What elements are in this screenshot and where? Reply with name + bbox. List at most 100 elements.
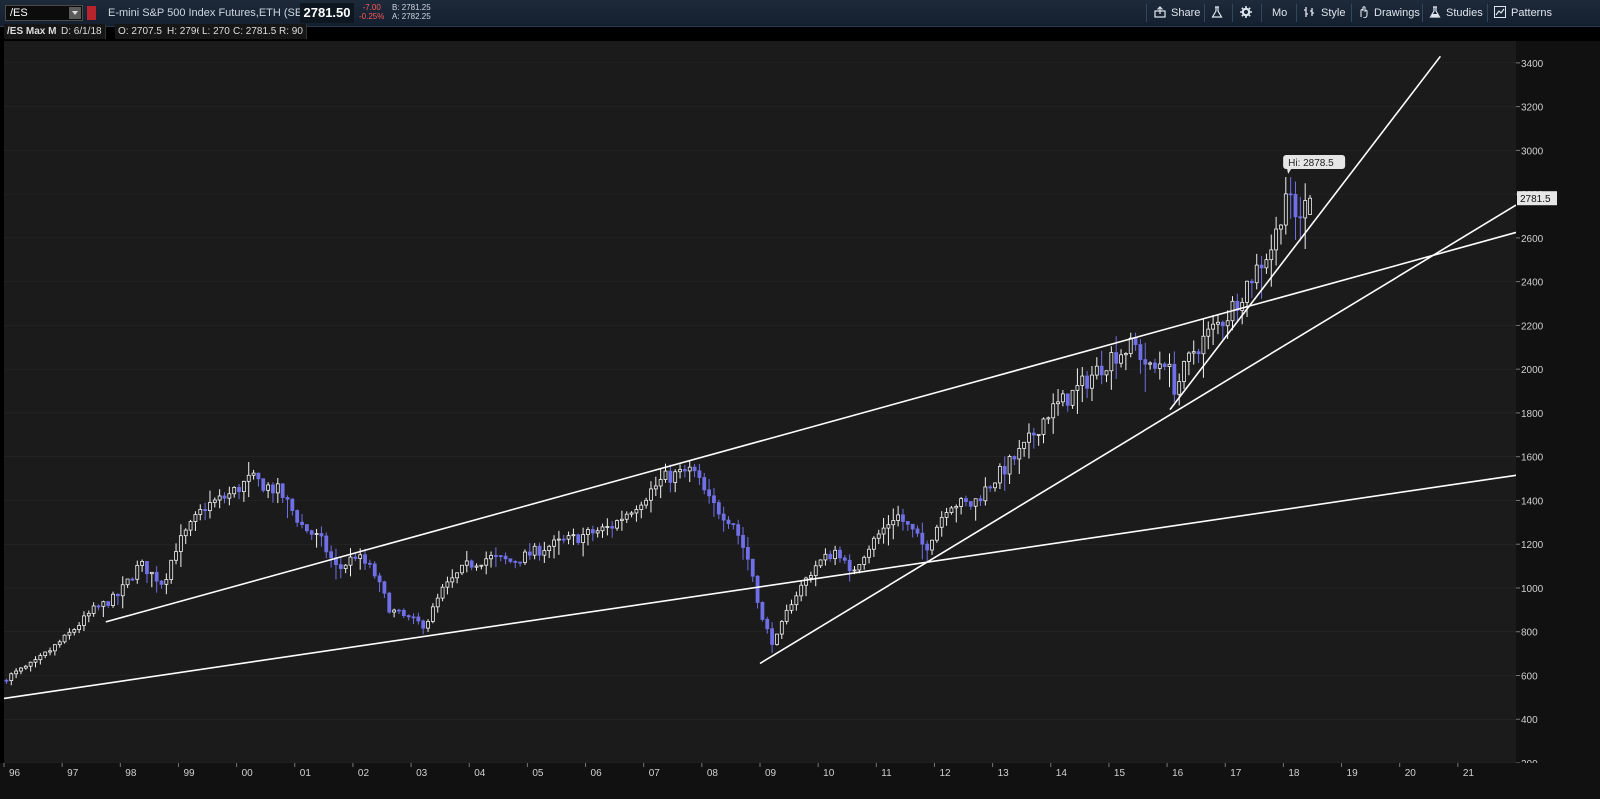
candle-body <box>164 579 169 585</box>
candle-body <box>183 529 188 537</box>
candle-body <box>581 534 586 543</box>
plot-area[interactable] <box>4 41 1516 763</box>
candle-body <box>537 545 542 556</box>
candle-body <box>363 554 367 564</box>
studies-icon <box>1429 6 1441 18</box>
candle-body <box>712 495 716 504</box>
share-label: Share <box>1171 7 1201 19</box>
candle-body <box>159 580 164 585</box>
candle-body <box>765 618 770 630</box>
candle-body <box>314 533 319 535</box>
candle-body <box>760 602 765 620</box>
x-axis-panel <box>0 763 1600 799</box>
candle-body <box>1104 370 1109 376</box>
candle-body <box>968 501 973 507</box>
candle-body <box>19 667 23 672</box>
candle-body <box>1288 193 1293 196</box>
candle-body <box>1283 193 1288 226</box>
net-change: -7.00 <box>362 3 381 12</box>
candle-body <box>629 512 634 515</box>
candle-body <box>1211 323 1216 330</box>
patterns-button[interactable]: Patterns <box>1494 5 1552 21</box>
candle-body <box>72 629 77 633</box>
candle-body <box>469 560 474 568</box>
flag-icon[interactable] <box>87 6 96 20</box>
style-button[interactable]: Style <box>1304 5 1345 21</box>
candle <box>1308 195 1312 215</box>
y-tick-label: 3400 <box>1521 59 1544 70</box>
candle-body <box>1143 359 1148 365</box>
drawings-button[interactable]: Drawings <box>1357 5 1420 21</box>
candle-body <box>934 526 939 541</box>
candle-body <box>135 565 140 580</box>
candle-body <box>266 484 271 491</box>
candle-body <box>1085 375 1090 389</box>
candle-body <box>973 498 978 507</box>
x-tick-label: 18 <box>1288 768 1300 779</box>
candle-body <box>1119 354 1123 364</box>
symbol-dropdown-button[interactable] <box>69 7 81 19</box>
candle-body <box>1245 280 1249 303</box>
candle-body <box>435 597 440 608</box>
y-tick-label: 2400 <box>1521 278 1544 289</box>
candle-body <box>411 616 416 619</box>
candle-body <box>731 523 736 526</box>
candle-body <box>426 621 430 629</box>
candle-body <box>203 509 208 512</box>
candle-body <box>1303 200 1308 219</box>
candle-body <box>1022 441 1027 449</box>
candle-body <box>43 651 48 656</box>
candle-body <box>1002 466 1007 475</box>
candle-body <box>644 499 649 506</box>
toolbar-divider <box>1422 4 1423 22</box>
candle-body <box>338 564 343 569</box>
candle-body <box>799 584 804 597</box>
candle-body <box>823 553 828 561</box>
candle-body <box>876 533 881 539</box>
candle-body <box>624 513 629 520</box>
candle-body <box>348 556 353 566</box>
high-annotation-text: Hi: 2878.5 <box>1288 158 1334 169</box>
share-button[interactable]: Share <box>1154 5 1200 21</box>
x-tick-label: 03 <box>416 768 428 779</box>
chart-title[interactable]: /ES Max M <box>4 24 61 39</box>
candle-body <box>48 650 52 653</box>
candle <box>760 601 765 622</box>
candle-body <box>57 641 62 646</box>
candle-body <box>261 478 266 491</box>
candle-body <box>658 479 663 487</box>
candle-body <box>1075 385 1080 391</box>
candle-body <box>111 593 115 606</box>
candle-body <box>673 471 678 483</box>
candle-body <box>842 557 847 561</box>
candle-body <box>750 558 755 577</box>
candle-body <box>794 595 799 606</box>
candle-body <box>886 524 891 529</box>
candle-body <box>280 483 285 498</box>
candle-body <box>1060 393 1065 403</box>
candle-body <box>1080 375 1085 386</box>
flask-button[interactable] <box>1211 5 1228 21</box>
gear-icon <box>1240 6 1252 18</box>
symbol-selector[interactable]: /ES <box>5 5 83 21</box>
candle-body <box>775 633 779 645</box>
candle-body <box>736 524 741 536</box>
candle-body <box>1186 352 1191 362</box>
candle <box>62 634 67 644</box>
candle-body <box>343 564 348 569</box>
x-tick-label: 11 <box>881 768 892 779</box>
patterns-label: Patterns <box>1511 7 1552 19</box>
candle-body <box>590 529 595 534</box>
aggregation-button[interactable]: Mo <box>1272 5 1287 21</box>
candle-body <box>702 477 707 491</box>
flask-icon <box>1211 6 1223 18</box>
candle-body <box>523 551 527 563</box>
candle-body <box>251 472 256 476</box>
candle-body <box>474 565 479 568</box>
settings-button[interactable] <box>1240 5 1257 21</box>
candle-body <box>324 535 329 553</box>
candle-body <box>1293 193 1298 218</box>
chart[interactable]: 20 04 00 600 800 1000 1200 1400 1600 1800 2000 2200… <box>0 0 1600 799</box>
studies-button[interactable]: Studies <box>1429 5 1483 21</box>
candle-body <box>1007 456 1012 475</box>
